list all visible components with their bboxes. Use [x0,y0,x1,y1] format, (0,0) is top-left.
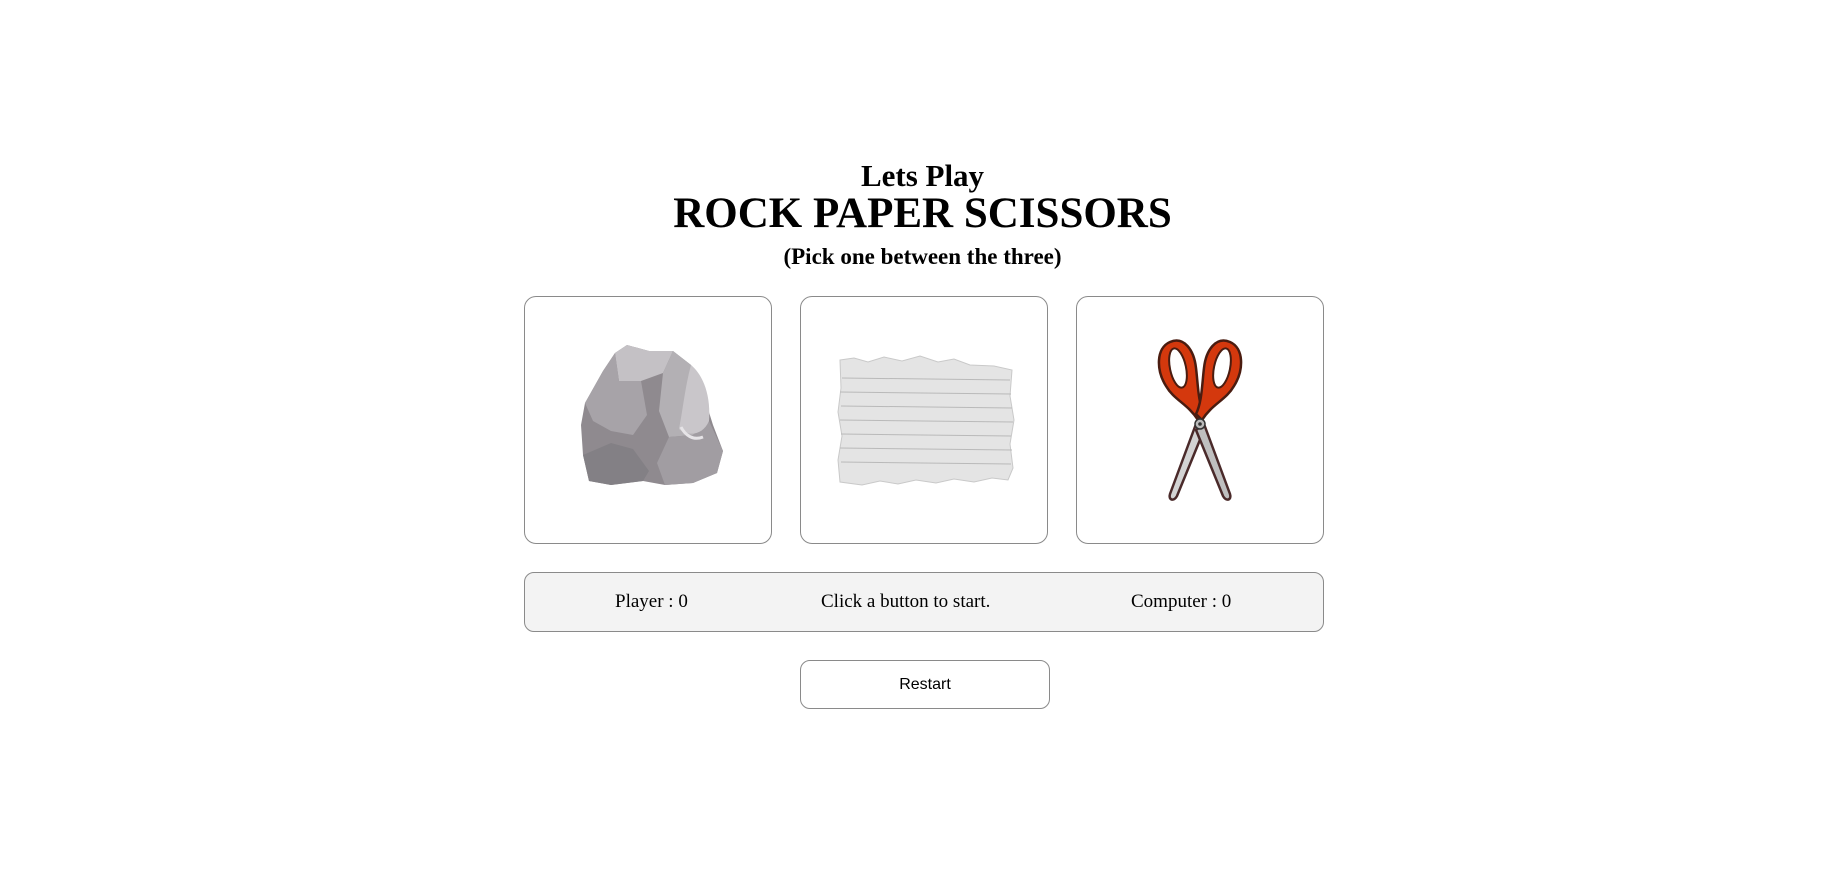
paper-button[interactable] [800,296,1048,544]
rock-icon [581,345,723,485]
page-title: ROCK PAPER SCISSORS [673,190,1172,237]
rock-button[interactable] [524,296,772,544]
intro-text: Lets Play [860,158,985,193]
player-score: Player : 0 [615,591,688,612]
computer-score: Computer : 0 [1131,591,1232,612]
paper-icon [837,355,1015,486]
scoreboard: Player : 0 Click a button to start. Comp… [524,572,1324,632]
restart-button[interactable]: Restart [800,660,1050,709]
instruction-text: (Pick one between the three) [783,244,1062,269]
game-page: Lets Play ROCK PAPER SCISSORS (Pick one … [0,0,1845,878]
status-message: Click a button to start. [821,591,991,612]
scissors-icon [1157,339,1243,501]
scissors-button[interactable] [1076,296,1324,544]
